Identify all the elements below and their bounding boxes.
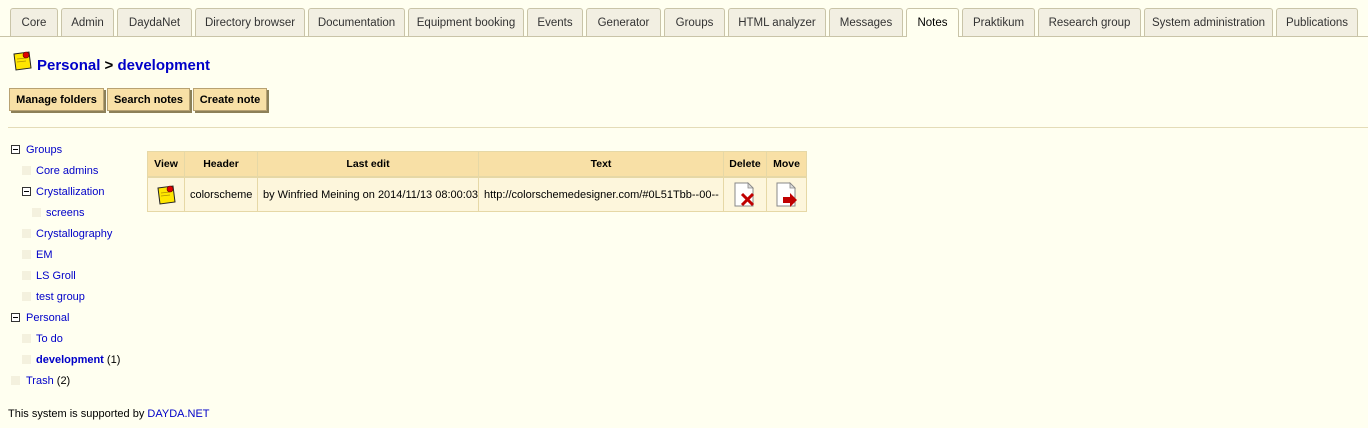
delete-doc-icon[interactable]	[733, 181, 757, 208]
tab-publications[interactable]: Publications	[1276, 8, 1358, 36]
tree-item-development[interactable]: development (1)	[36, 353, 120, 367]
column-header-move: Move	[766, 151, 807, 177]
column-header-view: View	[147, 151, 185, 177]
tab-documentation[interactable]: Documentation	[308, 8, 405, 36]
tab-core[interactable]: Core	[10, 8, 58, 36]
search-notes-button[interactable]: Search notes	[107, 88, 190, 111]
tree-label-em[interactable]: EM	[36, 249, 53, 261]
tree-item-groups[interactable]: Groups	[26, 143, 62, 157]
column-header-last-edit: Last edit	[257, 151, 479, 177]
column-header-header: Header	[184, 151, 258, 177]
tree-label-test-group[interactable]: test group	[36, 291, 85, 303]
leaf-marker	[22, 355, 31, 364]
tab-praktikum[interactable]: Praktikum	[962, 8, 1035, 36]
leaf-marker	[11, 376, 20, 385]
move-note-cell[interactable]	[766, 177, 807, 212]
leaf-marker	[22, 166, 31, 175]
tree-item-crystallization[interactable]: Crystallization	[36, 185, 104, 199]
leaf-marker	[22, 250, 31, 259]
column-header-text: Text	[478, 151, 724, 177]
tree-label-screens[interactable]: screens	[46, 207, 85, 219]
module-tab-bar: Core Admin DaydaNet Directory browser Do…	[0, 0, 1368, 37]
tab-html-analyzer[interactable]: HTML analyzer	[728, 8, 826, 36]
tab-system-administration[interactable]: System administration	[1144, 8, 1273, 36]
note-count: (1)	[106, 354, 121, 366]
leaf-marker	[22, 334, 31, 343]
leaf-marker	[32, 208, 41, 217]
tree-item-todo[interactable]: To do	[36, 332, 63, 346]
tree-item-test-group[interactable]: test group	[36, 290, 85, 304]
tree-label-groups[interactable]: Groups	[26, 144, 62, 156]
tab-events[interactable]: Events	[527, 8, 583, 36]
tree-item-core-admins[interactable]: Core admins	[36, 164, 98, 178]
tree-label-ls-groll[interactable]: LS Groll	[36, 270, 76, 282]
footer-text: This system is supported by	[8, 408, 148, 420]
tree-item-screens[interactable]: screens	[46, 206, 85, 220]
collapse-groups-icon[interactable]	[11, 145, 20, 154]
view-note-cell[interactable]	[147, 177, 185, 212]
tab-equipment-booking[interactable]: Equipment booking	[408, 8, 524, 36]
tab-generator[interactable]: Generator	[586, 8, 661, 36]
tree-label-core-admins[interactable]: Core admins	[36, 165, 98, 177]
tab-research-group[interactable]: Research group	[1038, 8, 1141, 36]
create-note-button[interactable]: Create note	[193, 88, 267, 111]
footer: This system is supported by DAYDA.NET	[8, 408, 210, 420]
tree-label-crystallization[interactable]: Crystallization	[36, 186, 104, 198]
note-pin-icon	[13, 51, 32, 71]
breadcrumb-current-folder[interactable]: development	[117, 57, 210, 74]
leaf-marker	[22, 229, 31, 238]
manage-folders-button[interactable]: Manage folders	[9, 88, 104, 111]
tree-label-crystallography[interactable]: Crystallography	[36, 228, 112, 240]
tab-admin[interactable]: Admin	[61, 8, 114, 36]
leaf-marker	[22, 271, 31, 280]
note-text-cell: http://colorschemedesigner.com/#0L51Tbb-…	[478, 177, 724, 212]
tree-item-trash[interactable]: Trash (2)	[26, 374, 70, 388]
note-count: (2)	[56, 375, 71, 387]
breadcrumb-personal-link[interactable]: Personal	[37, 57, 100, 74]
view-note-icon[interactable]	[155, 184, 177, 206]
tree-label-development[interactable]: development	[36, 354, 104, 366]
tree-item-em[interactable]: EM	[36, 248, 53, 262]
note-header-cell: colorscheme	[184, 177, 258, 212]
tree-label-todo[interactable]: To do	[36, 333, 63, 345]
page-title: Personal > development	[37, 57, 210, 74]
tree-label-trash[interactable]: Trash	[26, 375, 54, 387]
note-last-edit-cell: by Winfried Meining on 2014/11/13 08:00:…	[257, 177, 479, 212]
tree-item-crystallography[interactable]: Crystallography	[36, 227, 112, 241]
breadcrumb-separator: >	[104, 57, 114, 74]
delete-note-cell[interactable]	[723, 177, 767, 212]
dayda-net-link[interactable]: DAYDA.NET	[147, 408, 209, 420]
tab-bar-baseline	[0, 36, 1368, 37]
column-header-delete: Delete	[723, 151, 767, 177]
move-doc-icon[interactable]	[775, 181, 799, 208]
collapse-personal-icon[interactable]	[11, 313, 20, 322]
leaf-marker	[22, 292, 31, 301]
tree-label-personal[interactable]: Personal	[26, 312, 69, 324]
tab-messages[interactable]: Messages	[829, 8, 903, 36]
section-divider	[8, 127, 1368, 128]
collapse-crystallization-icon[interactable]	[22, 187, 31, 196]
tab-directory-browser[interactable]: Directory browser	[195, 8, 305, 36]
tab-groups[interactable]: Groups	[664, 8, 725, 36]
tab-notes[interactable]: Notes	[906, 8, 959, 37]
tab-daydanet[interactable]: DaydaNet	[117, 8, 192, 36]
tree-item-ls-groll[interactable]: LS Groll	[36, 269, 76, 283]
tree-item-personal[interactable]: Personal	[26, 311, 69, 325]
